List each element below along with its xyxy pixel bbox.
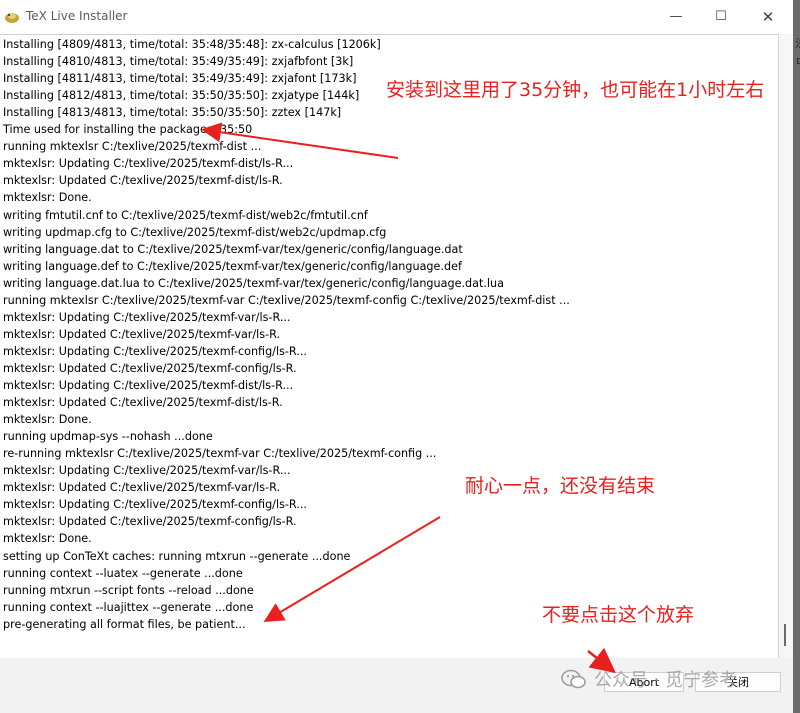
arrow-to-time-used [201,122,399,159]
annotation-be-patient: 耐心一点，还没有结束 [465,475,656,497]
arrow-to-pregenerating [263,516,441,623]
annotation-install-time: 安装到这里用了35分钟，也可能在1小时左右 [386,79,765,101]
wechat-icon [561,669,586,689]
annotation-dont-abort: 不要点击这个放弃 [542,604,695,626]
watermark-text: 公众号 · 觅宁参考 [594,670,738,691]
